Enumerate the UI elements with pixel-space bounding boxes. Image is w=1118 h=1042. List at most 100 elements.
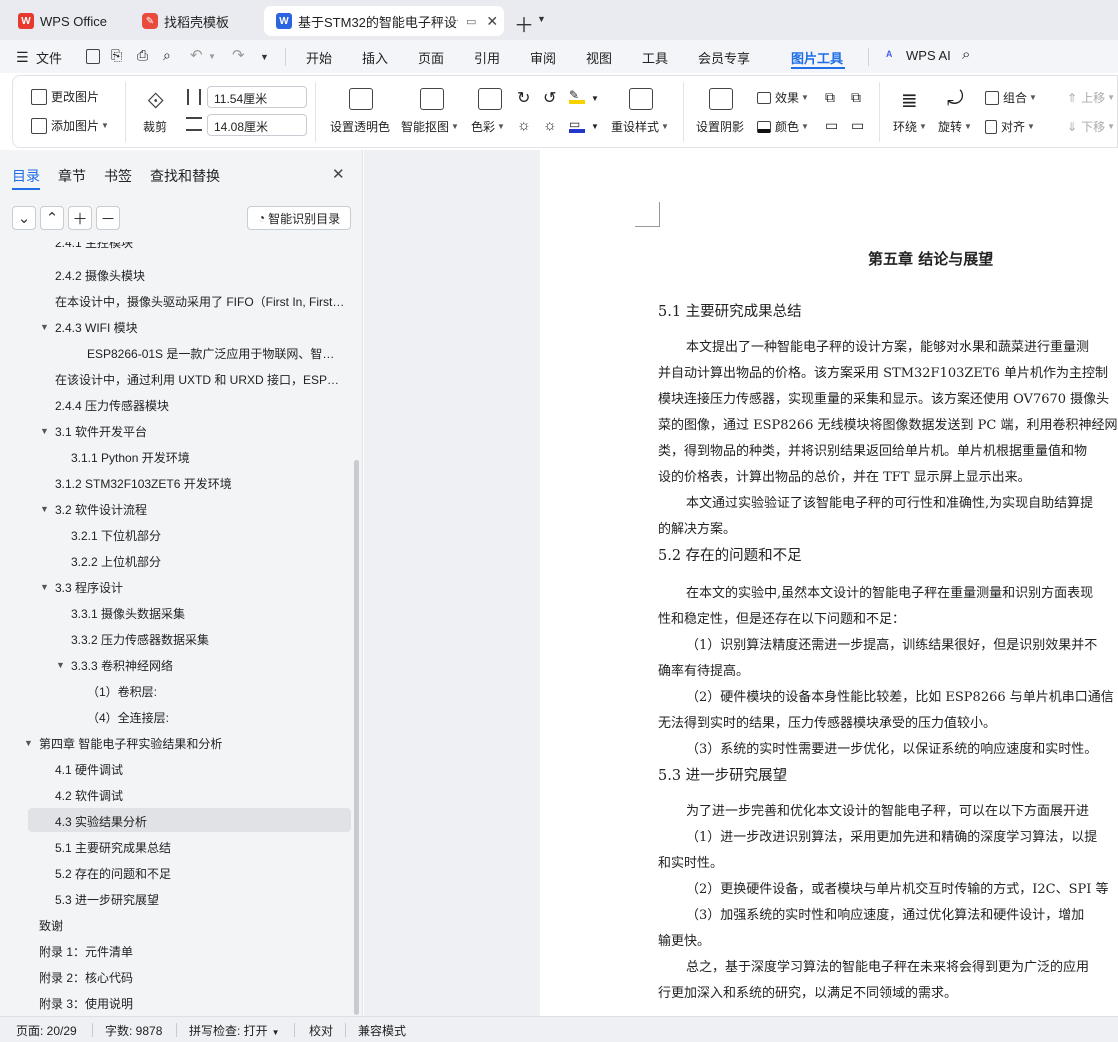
brightness-down-icon[interactable]: ☼ [543, 117, 557, 134]
send-backward-button[interactable]: ⇓ 下移 ▼ [1067, 118, 1115, 135]
collapse-up-button[interactable]: ⌃ [40, 206, 64, 230]
toc-item[interactable]: 致谢 [39, 917, 339, 934]
toc-item[interactable]: 2.4.4 压力传感器模块 [55, 397, 335, 414]
color-button[interactable]: 色彩 ▼ [471, 118, 505, 135]
bring-to-front-icon[interactable]: ⧉ [825, 89, 835, 106]
line-color-icon[interactable]: ▭ [569, 117, 585, 133]
redo-icon[interactable]: ↷ [232, 46, 245, 64]
toc-item[interactable]: 3.2.2 上位机部分 [71, 553, 341, 570]
send-to-back-icon[interactable]: ⧉ [851, 89, 861, 106]
toc-item[interactable]: 3.2.1 下位机部分 [71, 527, 341, 544]
print-preview-icon[interactable]: ⌕ [163, 47, 171, 64]
toc-item[interactable]: 3.3.1 摄像头数据采集 [71, 605, 341, 622]
rotate-right-icon[interactable]: ↺ [543, 88, 556, 108]
height-input[interactable]: 14.08厘米 [207, 114, 307, 136]
document-page[interactable]: 第五章 结论与展望 5.1 主要研究成果总结 本文提出了一种智能电子秤的设计方案… [540, 150, 1118, 1016]
chevron-down-icon[interactable]: ▼ [591, 94, 599, 103]
toc-item[interactable]: 3.3 程序设计 [55, 579, 335, 596]
tab-find-replace[interactable]: 查找和替换 [150, 166, 220, 186]
toc-item[interactable]: 第四章 智能电子秤实验结果和分析 [39, 735, 339, 752]
crop-icon[interactable]: ⟐ [147, 88, 164, 114]
brightness-up-icon[interactable]: ☼ [517, 117, 531, 134]
spell-check[interactable]: 拼写检查: 打开 ▼ [189, 1022, 280, 1039]
toc-item[interactable]: 3.2 软件设计流程 [55, 501, 335, 518]
chevron-down-icon[interactable]: ▼ [208, 52, 216, 61]
toc-item[interactable]: 3.1.1 Python 开发环境 [71, 449, 341, 466]
expand-down-button[interactable]: ⌄ [12, 206, 36, 230]
smart-toc-button[interactable]: ◔ 智能识别目录 [247, 206, 351, 230]
tab-wps-office[interactable]: W WPS Office [6, 6, 124, 36]
toc-item[interactable]: 2.4.3 WIFI 模块 [55, 319, 335, 336]
expand-triangle-icon[interactable]: ▼ [40, 426, 49, 436]
tab-document-active[interactable]: W 基于STM32的智能电子秤设计 ▭ ✕ [264, 6, 504, 36]
remove-heading-button[interactable]: － [96, 206, 120, 230]
menu-view[interactable]: 视图 [586, 48, 612, 67]
toc-item-selected[interactable]: 4.3 实验结果分析 [55, 813, 335, 830]
bring-forward-button[interactable]: ⇑ 上移 ▼ [1067, 89, 1115, 106]
add-picture-button[interactable]: 添加图片 ▼ [31, 117, 109, 134]
word-count[interactable]: 字数: 9878 [105, 1022, 162, 1039]
menu-review[interactable]: 审阅 [530, 48, 556, 67]
toc-item[interactable]: 附录 1：元件清单 [39, 943, 339, 960]
expand-triangle-icon[interactable]: ▼ [56, 660, 65, 670]
close-icon[interactable]: ✕ [332, 165, 345, 183]
toc-item[interactable]: 附录 3：使用说明 [39, 995, 339, 1012]
menu-wps-ai[interactable]: WPS AI [906, 48, 951, 63]
toc-item[interactable]: 4.2 软件调试 [55, 787, 335, 804]
toc-item[interactable]: 3.1 软件开发平台 [55, 423, 335, 440]
undo-icon[interactable]: ↶ [190, 46, 203, 64]
nav-scrollbar[interactable] [354, 460, 359, 1015]
menu-insert[interactable]: 插入 [362, 48, 388, 67]
align-button[interactable]: 对齐 ▼ [985, 118, 1035, 135]
group-button[interactable]: 组合 ▼ [985, 89, 1037, 106]
chevron-down-icon[interactable]: ▼ [537, 14, 546, 24]
menu-home[interactable]: 开始 [306, 48, 332, 67]
set-transparent-color-button[interactable]: 设置透明色 [330, 118, 390, 135]
expand-triangle-icon[interactable]: ▼ [40, 504, 49, 514]
toc-item[interactable]: ESP8266-01S 是一款广泛应用于物联网、智能家居等领域的WiFi模块 [87, 345, 337, 362]
print-icon[interactable]: ⎙ [137, 47, 148, 64]
save-icon[interactable] [86, 49, 100, 64]
arrange-alt-icon[interactable]: ▭ [851, 117, 864, 134]
menu-references[interactable]: 引用 [474, 48, 500, 67]
page-count[interactable]: 页面: 20/29 [16, 1022, 77, 1039]
tab-sections[interactable]: 章节 [58, 166, 86, 186]
toc-item[interactable]: 4.1 硬件调试 [55, 761, 335, 778]
expand-triangle-icon[interactable]: ▼ [40, 582, 49, 592]
chevron-down-icon[interactable]: ▼ [260, 52, 269, 62]
tab-monitor-icon[interactable]: ▭ [466, 15, 476, 28]
tab-docer-templates[interactable]: ✎ 找稻壳模板 [130, 6, 258, 36]
menu-tools[interactable]: 工具 [642, 48, 668, 67]
toc-item[interactable]: 2.4.1 主控模块 [55, 242, 335, 252]
expand-triangle-icon[interactable]: ▼ [40, 322, 49, 332]
menu-file[interactable]: 文件 [36, 48, 62, 67]
effects-button[interactable]: 效果 ▼ [757, 89, 809, 106]
fill-color-icon[interactable]: ✎ [569, 88, 585, 104]
close-icon[interactable]: ✕ [486, 13, 498, 30]
width-input[interactable]: 11.54厘米 [207, 86, 307, 108]
toc-item[interactable]: 附录 2：核心代码 [39, 969, 339, 986]
toc-item[interactable]: 5.3 进一步研究展望 [55, 891, 335, 908]
rotate-button[interactable]: 旋转 ▼ [938, 118, 972, 135]
toc-item[interactable]: 在本设计中，摄像头驱动采用了 FIFO（First In, First Out） [55, 293, 345, 310]
crop-button[interactable]: 裁剪 [143, 118, 167, 135]
proofread[interactable]: 校对 [309, 1022, 333, 1039]
expand-triangle-icon[interactable]: ▼ [24, 738, 33, 748]
set-shadow-button[interactable]: 设置阴影 [696, 118, 744, 135]
toc-item[interactable]: 5.1 主要研究成果总结 [55, 839, 335, 856]
search-icon[interactable]: ⌕ [962, 46, 970, 63]
smart-cutout-button[interactable]: 智能抠图 ▼ [401, 118, 459, 135]
toc-item[interactable]: 在该设计中，通过利用 UXTD 和 URXD 接口，ESP8266与单片机通信 [55, 371, 345, 388]
arrange-icon[interactable]: ▭ [825, 117, 838, 134]
hamburger-icon[interactable]: ☰ [16, 49, 29, 66]
rotate-left-icon[interactable]: ↻ [517, 88, 530, 108]
toc-item[interactable]: 3.3.3 卷积神经网络 [71, 657, 341, 674]
reset-style-button[interactable]: 重设样式 ▼ [611, 118, 669, 135]
menu-page[interactable]: 页面 [418, 48, 444, 67]
toc-item[interactable]: 2.4.2 摄像头模块 [55, 267, 335, 284]
toc-item[interactable]: 3.3.2 压力传感器数据采集 [71, 631, 341, 648]
new-tab-button[interactable]: ＋ [514, 9, 534, 38]
toc-item[interactable]: 3.1.2 STM32F103ZET6 开发环境 [55, 475, 335, 492]
menu-picture-tools[interactable]: 图片工具 [791, 48, 843, 67]
chevron-down-icon[interactable]: ▼ [591, 122, 599, 131]
